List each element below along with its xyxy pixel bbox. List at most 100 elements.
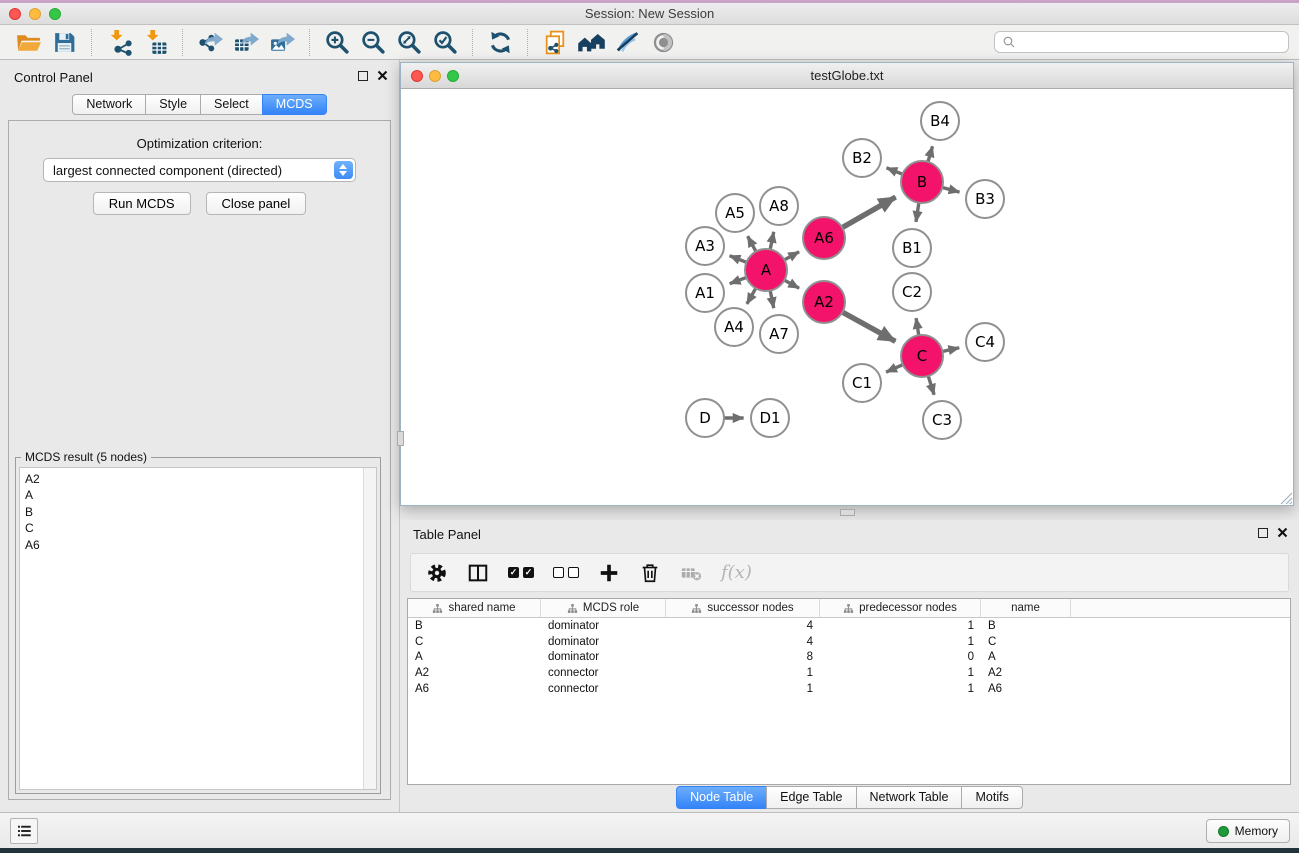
graph-node-D1[interactable]: D1 — [751, 399, 789, 437]
tab-node-table[interactable]: Node Table — [676, 786, 767, 809]
toolbar-separator — [527, 29, 528, 56]
graph-node-A6[interactable]: A6 — [803, 217, 845, 259]
column-header-predecessor-nodes[interactable]: predecessor nodes — [820, 599, 981, 617]
tab-style[interactable]: Style — [145, 94, 201, 115]
zoom-out-icon[interactable] — [355, 27, 391, 57]
network-minimize-button[interactable] — [429, 70, 441, 82]
svg-text:A7: A7 — [769, 325, 789, 343]
import-table-icon[interactable] — [137, 27, 173, 57]
home-icon[interactable] — [573, 27, 609, 57]
search-input[interactable] — [1021, 35, 1281, 49]
tab-motifs[interactable]: Motifs — [961, 786, 1022, 809]
graph-node-B4[interactable]: B4 — [921, 102, 959, 140]
refresh-layout-icon[interactable] — [482, 27, 518, 57]
graph-node-A4[interactable]: A4 — [715, 308, 753, 346]
select-all-icon[interactable]: ✓✓ — [508, 567, 534, 578]
graph-node-B3[interactable]: B3 — [966, 180, 1004, 218]
svg-text:A2: A2 — [814, 293, 834, 311]
table-cell: dominator — [541, 620, 666, 632]
run-mcds-button[interactable]: Run MCDS — [93, 192, 191, 215]
graph-node-B2[interactable]: B2 — [843, 139, 881, 177]
select-stepper-icon — [334, 161, 353, 179]
graph-node-D[interactable]: D — [686, 399, 724, 437]
export-table-icon[interactable] — [228, 27, 264, 57]
graph-node-C[interactable]: C — [901, 335, 943, 377]
vertical-split-handle[interactable] — [397, 431, 404, 446]
graph-node-A3[interactable]: A3 — [686, 227, 724, 265]
task-history-button[interactable] — [10, 818, 38, 844]
result-scrollbar[interactable] — [363, 468, 376, 789]
export-image-icon[interactable] — [264, 27, 300, 57]
mcds-result-item[interactable]: A — [25, 487, 376, 503]
zoom-selected-icon[interactable] — [427, 27, 463, 57]
delete-icon[interactable] — [639, 562, 661, 584]
search-icon — [1002, 35, 1017, 50]
zoom-in-icon[interactable] — [319, 27, 355, 57]
resize-grip-icon[interactable] — [1280, 492, 1293, 505]
column-header-successor-nodes[interactable]: successor nodes — [666, 599, 820, 617]
open-file-icon[interactable] — [10, 27, 46, 57]
mcds-result-item[interactable]: B — [25, 504, 376, 520]
network-canvas[interactable]: B4 B2 B B3 A8A5 A6 A3 B1 A A1 C2 A2 A4 A7 C4 C C1 C3 D D1 — [401, 90, 1293, 505]
tab-edge-table[interactable]: Edge Table — [766, 786, 856, 809]
zoom-fit-icon[interactable] — [391, 27, 427, 57]
export-network-icon[interactable] — [192, 27, 228, 57]
table-row[interactable]: Bdominator41B — [408, 618, 1290, 634]
table-row[interactable]: Cdominator41C — [408, 634, 1290, 650]
deselect-all-icon[interactable] — [553, 567, 579, 578]
birds-eye-icon[interactable] — [645, 27, 681, 57]
graph-node-C2[interactable]: C2 — [893, 273, 931, 311]
graph-node-B[interactable]: B — [901, 161, 943, 203]
network-maximize-button[interactable] — [447, 70, 459, 82]
graph-node-C4[interactable]: C4 — [966, 323, 1004, 361]
float-panel-icon[interactable] — [358, 71, 368, 81]
column-header-shared-name[interactable]: shared name — [408, 599, 541, 617]
table-cell: A6 — [408, 683, 541, 695]
mcds-result-item[interactable]: C — [25, 520, 376, 536]
tab-select[interactable]: Select — [200, 94, 263, 115]
close-panel-button[interactable]: Close panel — [206, 192, 307, 215]
graph-node-C1[interactable]: C1 — [843, 364, 881, 402]
save-session-icon[interactable] — [46, 27, 82, 57]
table-panel: Table Panel ✓✓ f(x) shared nameMCDS — [400, 520, 1299, 812]
close-table-panel-icon[interactable] — [1277, 527, 1288, 538]
graph-node-A8[interactable]: A8 — [760, 187, 798, 225]
memory-button[interactable]: Memory — [1206, 819, 1290, 843]
float-table-panel-icon[interactable] — [1258, 528, 1268, 538]
network-close-button[interactable] — [411, 70, 423, 82]
graph-node-A1[interactable]: A1 — [686, 274, 724, 312]
column-header-name[interactable]: name — [981, 599, 1071, 617]
column-header-MCDS-role[interactable]: MCDS role — [541, 599, 666, 617]
tab-mcds[interactable]: MCDS — [262, 94, 327, 115]
minimize-window-button[interactable] — [29, 8, 41, 20]
close-panel-icon[interactable] — [377, 70, 388, 81]
tab-network-table[interactable]: Network Table — [856, 786, 963, 809]
mcds-result-item[interactable]: A2 — [25, 471, 376, 487]
graph-node-C3[interactable]: C3 — [923, 401, 961, 439]
criterion-select[interactable]: largest connected component (directed) — [43, 158, 356, 182]
close-window-button[interactable] — [9, 8, 21, 20]
table-settings-gear-icon[interactable] — [426, 562, 448, 584]
split-view-icon[interactable] — [467, 562, 489, 584]
table-row[interactable]: A2connector11A2 — [408, 665, 1290, 681]
duplicate-network-icon[interactable] — [537, 27, 573, 57]
table-cell: 1 — [666, 683, 820, 695]
table-panel-title: Table Panel — [400, 520, 1299, 542]
import-network-icon[interactable] — [101, 27, 137, 57]
svg-text:B2: B2 — [852, 149, 872, 167]
graphics-details-icon[interactable] — [609, 27, 645, 57]
tab-network[interactable]: Network — [72, 94, 146, 115]
graph-node-A[interactable]: A — [745, 249, 787, 291]
add-column-icon[interactable] — [598, 562, 620, 584]
mcds-result-item[interactable]: A6 — [25, 537, 376, 553]
horizontal-split-handle[interactable] — [840, 509, 855, 516]
svg-text:B4: B4 — [930, 112, 950, 130]
graph-node-A5[interactable]: A5 — [716, 194, 754, 232]
table-row[interactable]: A6connector11A6 — [408, 681, 1290, 697]
maximize-window-button[interactable] — [49, 8, 61, 20]
table-row[interactable]: Adominator80A — [408, 650, 1290, 666]
toolbar-separator — [309, 29, 310, 56]
graph-node-A7[interactable]: A7 — [760, 315, 798, 353]
graph-node-A2[interactable]: A2 — [803, 281, 845, 323]
graph-node-B1[interactable]: B1 — [893, 229, 931, 267]
